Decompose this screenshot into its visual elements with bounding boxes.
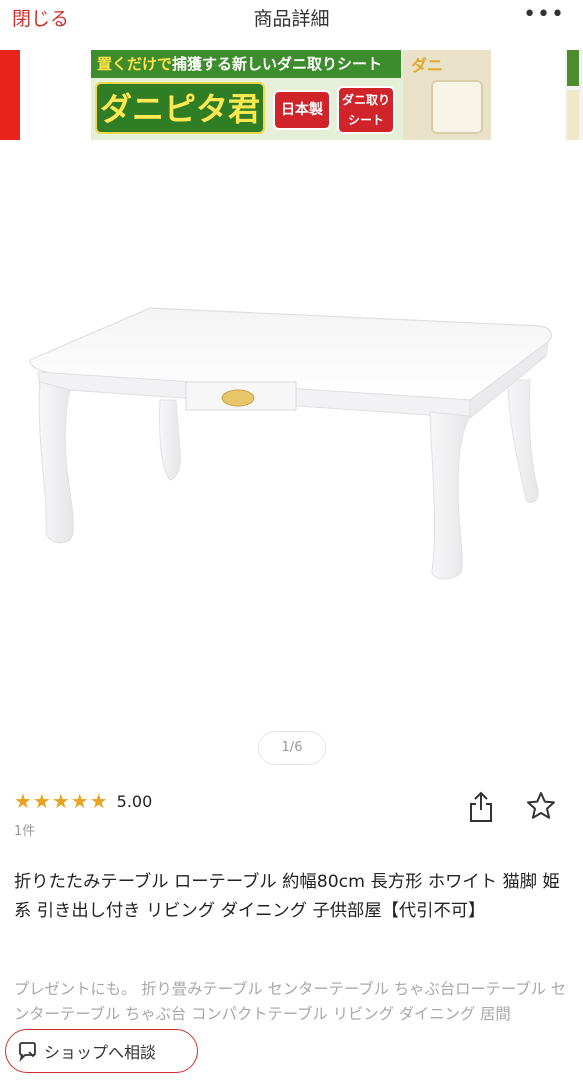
made-in-japan-badge: 日本製 [273,90,331,130]
share-icon[interactable] [468,790,494,824]
promo-banner[interactable]: 置くだけで捕獲する新しいダニ取りシート ダニピタ君 日本製 ダニ取り シート ダ… [91,50,491,140]
star-outline-icon[interactable] [525,790,557,822]
next-banner-edge[interactable] [565,50,583,140]
product-image[interactable] [0,150,583,750]
rating-score: 5.00 [116,791,153,811]
banner-product-photo: ダニ [403,50,491,140]
product-description: プレゼントにも。 折り畳みテーブル センターテーブル ちゃぶ台ローテーブル セン… [14,980,567,1023]
previous-banner-edge[interactable] [0,50,20,140]
close-button[interactable]: 閉じる [12,4,69,31]
rating-stars: ★★★★★ [14,789,109,813]
banner-brand-name: ダニピタ君 [95,82,265,134]
contact-shop-button[interactable]: ショップへ相談 [5,1029,198,1073]
top-bar: 閉じる 商品詳細 ••• [0,0,583,38]
gallery-pager: 1/6 [258,731,326,765]
page-title: 商品詳細 [253,8,330,30]
chat-bubble-icon [19,1042,36,1062]
banner-photo-tag: ダニ [411,56,444,75]
mite-sheet-badge: ダニ取り シート [337,86,395,134]
contact-shop-label: ショップへ相談 [44,1043,157,1062]
product-title: 折りたたみテーブル ローテーブル 約幅80cm 長方形 ホワイト 猫脚 姫系 引… [14,872,560,921]
more-options-icon[interactable]: ••• [523,2,565,27]
banner-tagline: 置くだけで捕獲する新しいダニ取りシート [91,50,401,78]
review-count[interactable]: 1件 [14,820,35,839]
rating-row[interactable]: ★★★★★ 5.00 [14,788,152,814]
mite-sheet-illustration [431,80,483,134]
